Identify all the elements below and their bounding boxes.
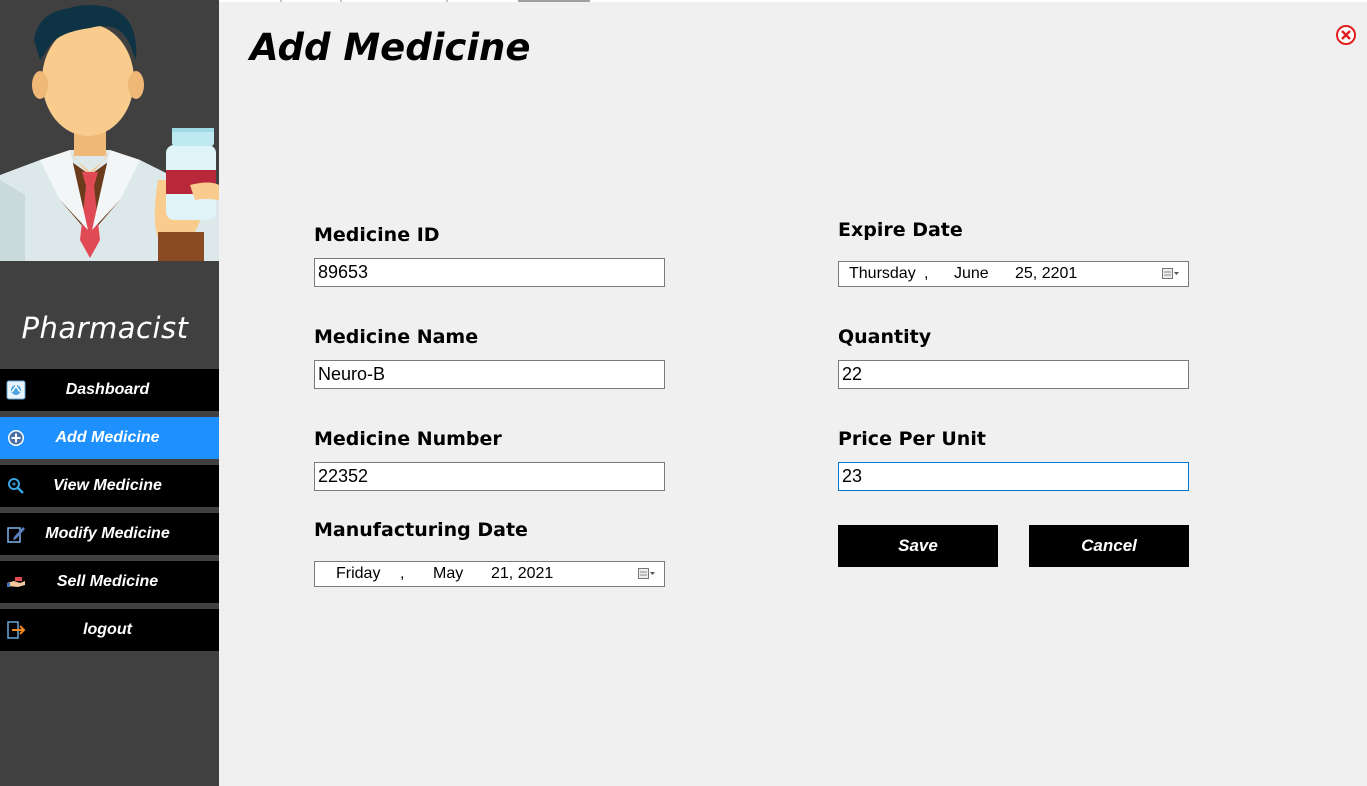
quantity-input[interactable]: [838, 360, 1189, 389]
nav-modify-medicine-label: Modify Medicine: [45, 525, 170, 542]
nav-dashboard-label: Dashboard: [65, 381, 150, 398]
tab-divider: [340, 0, 342, 2]
medicine-id-input[interactable]: [314, 258, 665, 287]
manufacturing-date-month: May: [433, 565, 464, 582]
manufacturing-date-day-year: 21, 2021: [491, 565, 554, 582]
expire-date-day-year: 25, 2201: [1015, 265, 1078, 282]
manufacturing-date-separator: ,: [400, 565, 405, 582]
calendar-dropdown-icon[interactable]: [1162, 268, 1180, 280]
medicine-number-label: Medicine Number: [314, 428, 502, 450]
expire-date-picker[interactable]: Thursday , June 25, 2201: [838, 261, 1189, 287]
nav-logout[interactable]: logout: [0, 609, 219, 651]
nav-modify-medicine[interactable]: Modify Medicine: [0, 513, 219, 555]
medicine-name-label: Medicine Name: [314, 326, 479, 348]
sidebar: Pharmacist Dashboard Add Medicine View M…: [0, 0, 219, 786]
save-button[interactable]: Save: [838, 525, 998, 567]
medicine-id-label: Medicine ID: [314, 224, 440, 246]
nav-logout-label: logout: [83, 621, 132, 638]
tab-divider: [518, 0, 590, 2]
role-label: Pharmacist: [21, 311, 189, 345]
cancel-button[interactable]: Cancel: [1029, 525, 1189, 567]
expire-date-weekday: Thursday: [849, 265, 916, 282]
nav-sell-medicine[interactable]: Sell Medicine: [0, 561, 219, 603]
expire-date-month: June: [954, 265, 989, 282]
medicine-name-input[interactable]: [314, 360, 665, 389]
calendar-dropdown-icon[interactable]: [638, 568, 656, 580]
expire-date-separator: ,: [924, 265, 929, 282]
nav-add-medicine[interactable]: Add Medicine: [0, 417, 219, 459]
expire-date-label: Expire Date: [838, 219, 963, 241]
nav-view-medicine-label: View Medicine: [53, 477, 162, 494]
price-per-unit-input[interactable]: [838, 462, 1189, 491]
price-per-unit-label: Price Per Unit: [838, 428, 986, 450]
manufacturing-date-picker[interactable]: Friday , May 21, 2021: [314, 561, 665, 587]
app-window: Pharmacist Dashboard Add Medicine View M…: [0, 0, 1367, 786]
manufacturing-date-weekday: Friday: [336, 565, 381, 582]
close-icon[interactable]: [1335, 24, 1357, 46]
tab-divider: [446, 0, 448, 2]
page-title: Add Medicine: [250, 26, 531, 69]
medicine-number-input[interactable]: [314, 462, 665, 491]
nav-sell-medicine-label: Sell Medicine: [56, 573, 159, 590]
manufacturing-date-label: Manufacturing Date: [314, 519, 528, 541]
quantity-label: Quantity: [838, 326, 932, 348]
tab-divider: [280, 0, 282, 2]
nav-dashboard[interactable]: Dashboard: [0, 369, 219, 411]
pharmacist-avatar: [0, 0, 219, 261]
nav-add-medicine-label: Add Medicine: [55, 429, 160, 446]
nav-view-medicine[interactable]: View Medicine: [0, 465, 219, 507]
